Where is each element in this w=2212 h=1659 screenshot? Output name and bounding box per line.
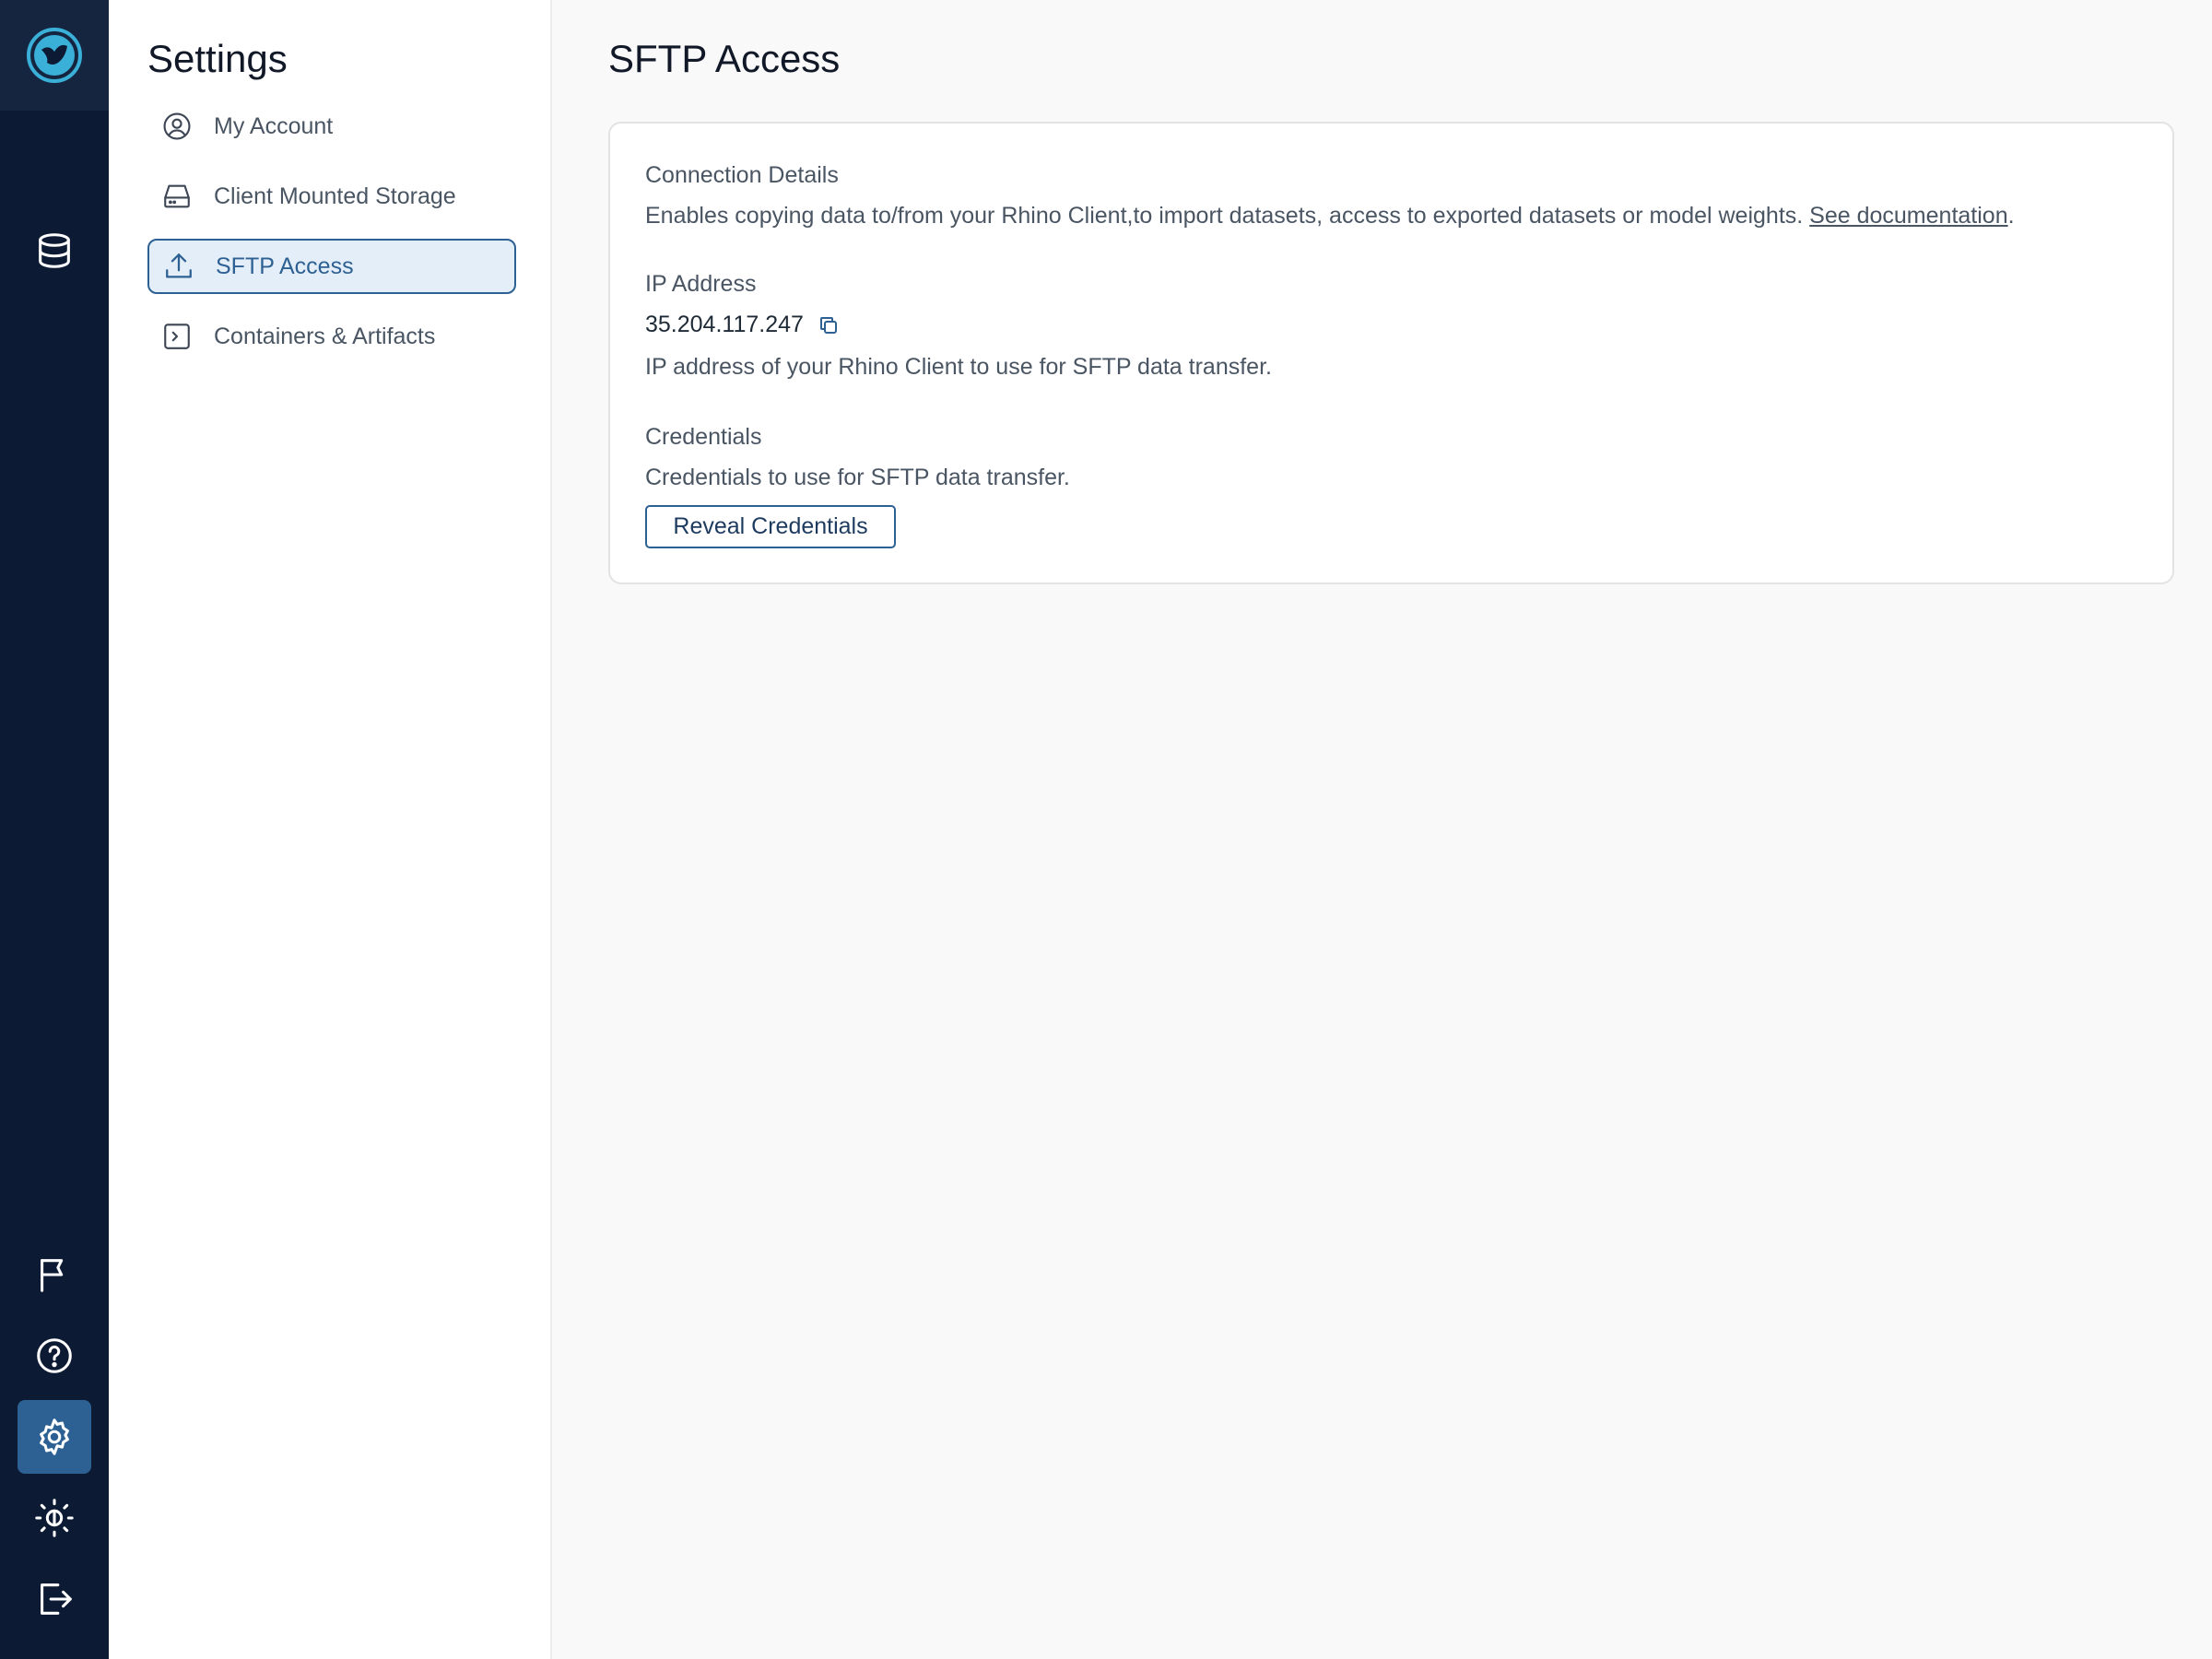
settings-sidebar: Settings My Account Client Mounted Stora… xyxy=(109,0,552,1659)
theme-toggle-button[interactable] xyxy=(18,1481,91,1555)
logout-icon xyxy=(41,1583,72,1615)
ip-address-row: 35.204.117.247 xyxy=(645,312,841,338)
logo[interactable] xyxy=(0,0,109,111)
settings-title: Settings xyxy=(147,37,288,80)
reveal-credentials-button[interactable]: Reveal Credentials xyxy=(645,505,896,548)
credentials-description: Credentials to use for SFTP data transfe… xyxy=(645,465,1070,490)
sftp-details-card: Connection Details Enables copying data … xyxy=(608,122,2174,584)
sidebar-item-label: My Account xyxy=(214,112,334,139)
see-documentation-link[interactable]: See documentation xyxy=(1809,203,2007,229)
connection-description-text: Enables copying data to/from your Rhino … xyxy=(645,203,1810,229)
gear-icon xyxy=(40,1418,69,1455)
ip-address-heading: IP Address xyxy=(645,271,757,297)
connection-description-suffix: . xyxy=(2007,203,2015,229)
sidebar-item-sftp-access[interactable]: SFTP Access xyxy=(147,239,516,294)
flag-icon xyxy=(41,1259,64,1292)
user-circle-icon xyxy=(160,110,194,143)
sidebar-item-label: SFTP Access xyxy=(216,253,354,279)
rhino-logo-icon xyxy=(27,28,82,83)
feedback-nav-button[interactable] xyxy=(18,1238,91,1312)
ip-address-description: IP address of your Rhino Client to use f… xyxy=(645,354,1272,380)
upload-icon xyxy=(162,250,195,283)
help-nav-button[interactable] xyxy=(18,1319,91,1393)
sidebar-item-label: Containers & Artifacts xyxy=(214,323,436,349)
settings-nav-button[interactable] xyxy=(18,1400,91,1474)
sidebar-item-containers-artifacts[interactable]: Containers & Artifacts xyxy=(147,309,516,364)
icon-rail xyxy=(0,0,109,1659)
terminal-box-icon xyxy=(160,320,194,353)
credentials-heading: Credentials xyxy=(645,424,762,450)
connection-details-description: Enables copying data to/from your Rhino … xyxy=(645,203,2015,229)
sidebar-item-client-mounted-storage[interactable]: Client Mounted Storage xyxy=(147,169,516,224)
sidebar-item-label: Client Mounted Storage xyxy=(214,182,456,209)
sidebar-item-my-account[interactable]: My Account xyxy=(147,99,516,154)
help-circle-icon xyxy=(37,1338,72,1373)
database-icon xyxy=(39,233,70,268)
ip-address-value: 35.204.117.247 xyxy=(645,312,804,337)
copy-icon[interactable] xyxy=(817,313,841,337)
logout-button[interactable] xyxy=(18,1562,91,1636)
connection-details-heading: Connection Details xyxy=(645,162,839,188)
theme-toggle-icon xyxy=(35,1499,74,1537)
datasets-nav-button[interactable] xyxy=(18,214,91,288)
page-title: SFTP Access xyxy=(608,37,841,80)
hard-drive-icon xyxy=(160,180,194,213)
